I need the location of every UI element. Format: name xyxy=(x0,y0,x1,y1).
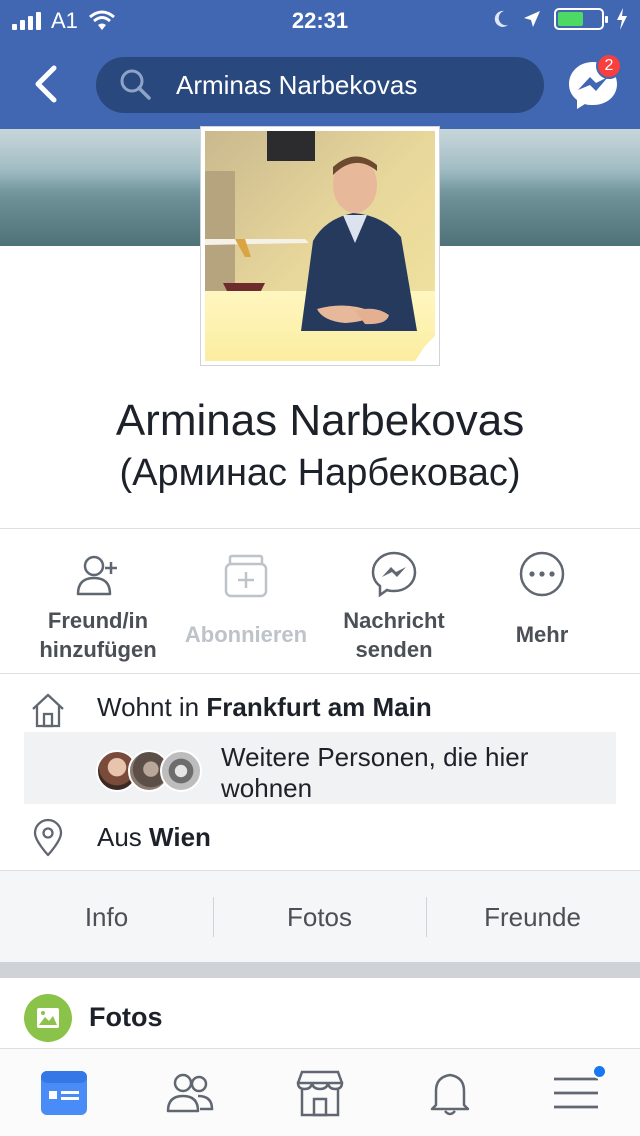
more-label: Mehr xyxy=(515,622,569,647)
add-friend-label-line2: hinzufügen xyxy=(39,637,157,662)
marketplace-icon xyxy=(296,1070,344,1117)
search-icon xyxy=(120,69,151,100)
tab-info[interactable]: Info xyxy=(0,871,213,963)
add-friend-icon xyxy=(76,555,117,596)
more-button[interactable]: Mehr xyxy=(462,548,622,649)
messenger-icon xyxy=(371,551,417,598)
location-pin-icon xyxy=(33,818,63,857)
follow-icon xyxy=(224,554,268,598)
photos-section-header[interactable]: Fotos xyxy=(0,978,640,1048)
profile-actions: Freund/in hinzufügen Abonnieren Nachrich… xyxy=(0,548,640,668)
profile-photo-image xyxy=(205,131,435,361)
hometown-city: Wien xyxy=(149,822,211,852)
profile-picture[interactable] xyxy=(200,126,440,366)
search-input[interactable] xyxy=(176,69,496,101)
friends-icon xyxy=(166,1073,214,1113)
menu-notification-dot xyxy=(592,1064,607,1079)
back-button[interactable] xyxy=(28,62,68,106)
status-bar: A1 22:31 xyxy=(0,0,640,40)
bell-icon xyxy=(430,1073,470,1116)
search-bar[interactable] xyxy=(96,57,544,113)
follow-label: Abonnieren xyxy=(184,622,308,647)
news-feed-icon xyxy=(41,1071,87,1115)
section-separator xyxy=(0,962,640,978)
hometown-text: Aus Wien xyxy=(97,822,211,853)
messenger-badge: 2 xyxy=(596,53,622,79)
lives-in-text: Wohnt in Frankfurt am Main xyxy=(97,692,432,723)
send-message-button[interactable]: Nachricht senden xyxy=(314,548,474,664)
hometown-prefix: Aus xyxy=(97,822,150,852)
home-icon xyxy=(32,693,64,728)
divider xyxy=(0,673,640,674)
other-residents-text: Weitere Personen, die hier wohnen xyxy=(221,742,529,803)
charging-bolt-icon xyxy=(617,8,627,30)
divider xyxy=(0,528,640,529)
location-arrow-icon xyxy=(524,11,540,27)
tab-photos[interactable]: Fotos xyxy=(213,871,426,963)
other-residents-card[interactable]: Weitere Personen, die hier wohnen xyxy=(24,732,616,804)
more-icon xyxy=(519,551,565,597)
profile-tabs: Info Fotos Freunde xyxy=(0,870,640,962)
add-friend-button[interactable]: Freund/in hinzufügen xyxy=(18,548,178,664)
add-friend-label-line1: Freund/in xyxy=(47,608,149,633)
moon-icon xyxy=(494,10,508,27)
lives-in-prefix: Wohnt in xyxy=(97,692,207,722)
profile-alternate-name: (Арминас Нарбековас) xyxy=(119,452,521,494)
follow-button[interactable]: Abonnieren xyxy=(166,548,326,649)
send-message-label-line2: senden xyxy=(355,637,433,662)
avatar xyxy=(160,750,202,792)
bottom-navigation xyxy=(0,1048,640,1136)
battery-icon xyxy=(554,8,608,30)
lives-in-city: Frankfurt am Main xyxy=(206,692,432,722)
tab-friends[interactable]: Freunde xyxy=(426,871,639,963)
photos-icon xyxy=(24,994,72,1042)
news-feed-tab[interactable] xyxy=(36,1067,92,1119)
friends-tab[interactable] xyxy=(162,1067,218,1119)
lives-in-row[interactable]: Wohnt in Frankfurt am Main xyxy=(0,676,640,736)
marketplace-tab[interactable] xyxy=(292,1067,348,1119)
resident-avatars xyxy=(96,750,216,792)
app-header: A1 22:31 Arminas Narbekovas 2 xyxy=(0,0,640,129)
notifications-tab[interactable] xyxy=(422,1067,478,1119)
hometown-row[interactable]: Aus Wien xyxy=(0,806,640,866)
profile-name: Arminas Narbekovas xyxy=(115,396,525,445)
send-message-label-line1: Nachricht xyxy=(343,608,445,633)
photos-section-title: Fotos xyxy=(89,1002,163,1032)
